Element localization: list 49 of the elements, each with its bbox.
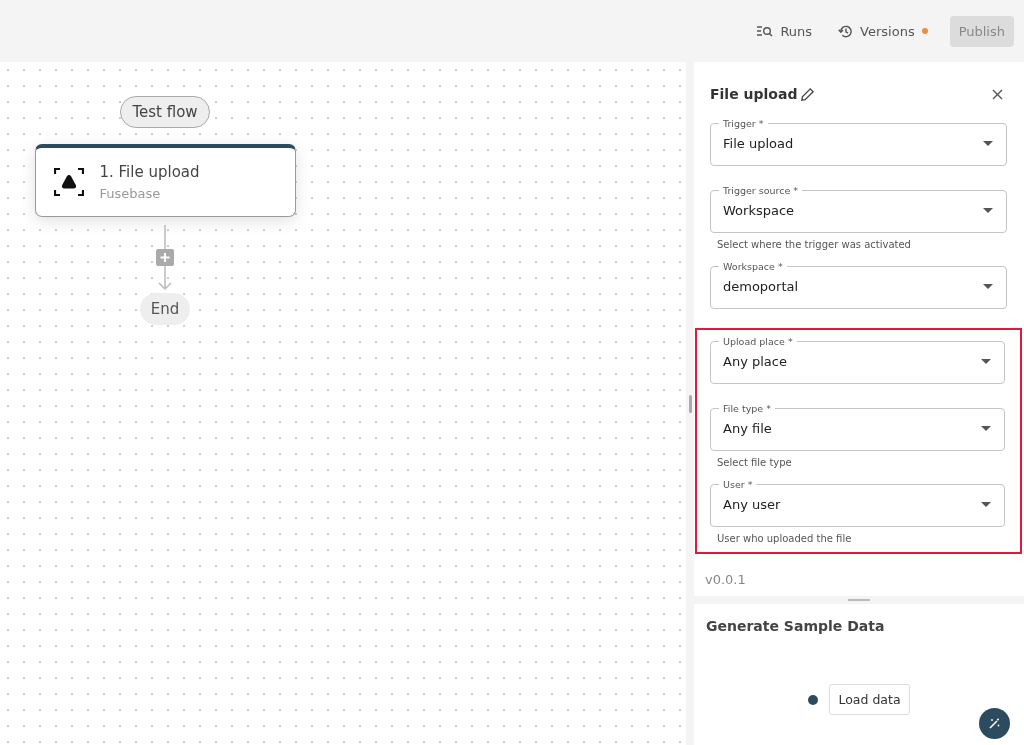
select-field[interactable]: File type * Any file — [710, 403, 1005, 451]
helper-text: User who uploaded the file — [717, 533, 853, 544]
panel-title: File upload — [710, 86, 798, 102]
field-label: File type * — [722, 403, 772, 414]
status-dot — [808, 694, 819, 705]
field-value: Any user — [723, 497, 781, 512]
version-label: v0.0.1 — [694, 562, 1024, 596]
field-label: Trigger source * — [722, 185, 800, 196]
dropdown-caret-icon — [983, 141, 993, 146]
step-subtitle: Fusebase — [99, 186, 162, 201]
dropdown-caret-icon — [981, 502, 991, 507]
field-label: Workspace * — [722, 261, 784, 272]
dropdown-caret-icon — [981, 359, 991, 364]
upload-trigger-icon — [53, 168, 84, 196]
history-icon — [838, 23, 854, 39]
pencil-icon[interactable] — [800, 86, 816, 102]
field-label: Trigger * — [722, 118, 765, 129]
test-flow-button[interactable]: Test flow — [120, 96, 210, 128]
field-label: Upload place * — [722, 336, 794, 347]
magic-wand-icon — [988, 717, 1001, 730]
resize-handle[interactable] — [688, 394, 692, 413]
resize-handle[interactable] — [848, 599, 870, 601]
dropdown-caret-icon — [981, 426, 991, 431]
select-field[interactable]: Trigger source * Workspace — [710, 185, 1007, 233]
field-value: demoportal — [723, 279, 799, 294]
end-node: End — [139, 293, 191, 325]
step-title: 1. File upload — [99, 163, 200, 181]
dropdown-caret-icon — [983, 208, 993, 213]
step-card[interactable]: 1. File upload Fusebase — [34, 144, 296, 217]
load-data-button[interactable]: Load data — [829, 684, 910, 715]
helper-text: Select where the trigger was activated — [717, 239, 912, 250]
helper-text: Select file type — [717, 457, 793, 468]
select-field[interactable]: User * Any user — [710, 479, 1005, 527]
field-value: File upload — [723, 136, 794, 151]
magic-wand-button[interactable] — [979, 708, 1010, 739]
close-icon — [992, 89, 1003, 100]
runs-button[interactable]: Runs — [747, 17, 823, 45]
versions-button[interactable]: Versions — [828, 17, 938, 45]
select-field[interactable]: Trigger * File upload — [710, 118, 1007, 166]
field-value: Any place — [723, 354, 787, 369]
select-field[interactable]: Upload place * Any place — [710, 336, 1005, 384]
search-list-icon — [757, 25, 774, 37]
field-label: User * — [722, 479, 754, 490]
connector-drawing — [155, 225, 175, 291]
field-value: Workspace — [723, 203, 795, 218]
select-field[interactable]: Workspace * demoportal — [710, 261, 1007, 309]
section-title: Generate Sample Data — [706, 618, 886, 634]
dropdown-caret-icon — [983, 284, 993, 289]
field-value: Any file — [723, 421, 772, 436]
